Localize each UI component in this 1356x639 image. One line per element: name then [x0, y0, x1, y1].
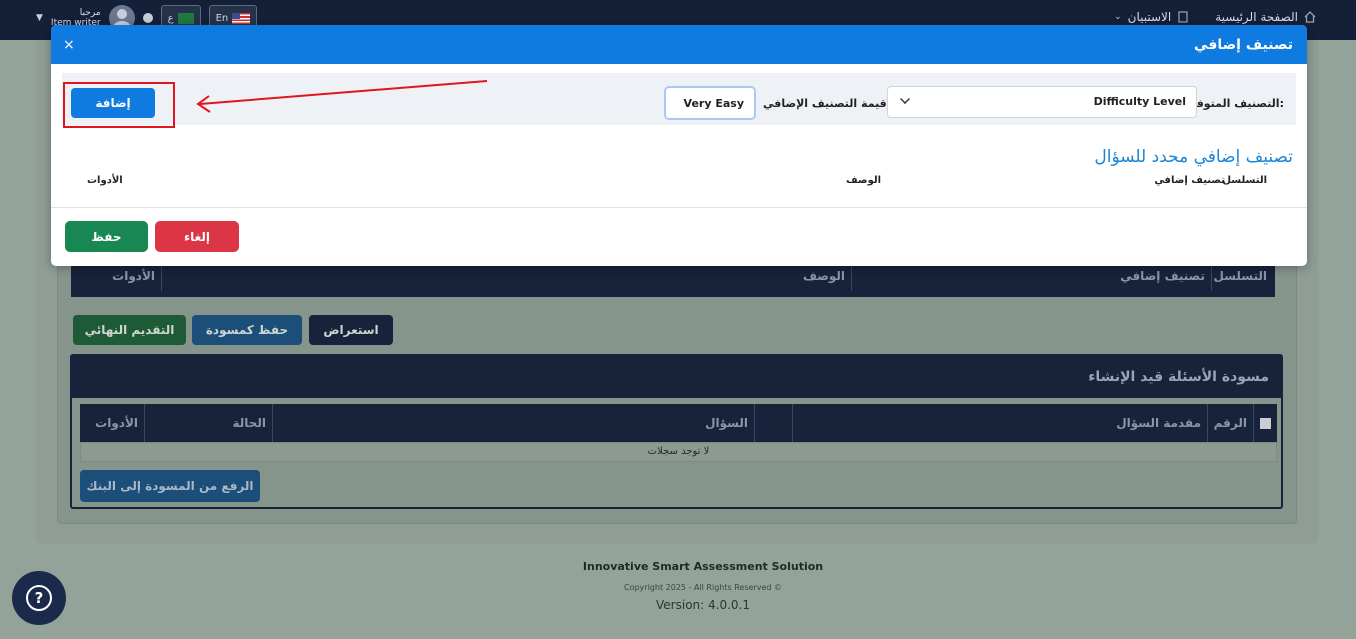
- section-title: تصنيف إضافي محدد للسؤال: [1094, 147, 1293, 167]
- classification-form: التصنيف المتوفر: Difficulty Level قيمة ا…: [62, 73, 1296, 125]
- help-button[interactable]: ?: [12, 571, 66, 625]
- select-all-checkbox[interactable]: [1253, 404, 1277, 442]
- nav-surveys-label: الاستبيان: [1127, 10, 1172, 24]
- flag-sa-icon: [177, 12, 194, 24]
- col-empty: [754, 404, 792, 442]
- classification-value-input[interactable]: [664, 86, 756, 120]
- col-number: الرقم: [1207, 404, 1253, 442]
- col-tools: الأدوات: [87, 175, 123, 186]
- footer-product: Innovative Smart Assessment Solution: [582, 560, 824, 573]
- col-seq: التسلسل: [1222, 175, 1267, 186]
- question-mark-icon: ?: [26, 585, 52, 611]
- drafts-table-header: الرقم مقدمة السؤال السؤال الحالة الأدوات: [80, 404, 1277, 442]
- main-nav: الصفحة الرئيسية الاستبيان ⌄: [1114, 10, 1316, 24]
- user-menu-caret-icon[interactable]: ▼: [36, 13, 43, 23]
- classification-value-label: قيمة التصنيف الإضافي: [763, 97, 887, 110]
- col-description: الوصف: [846, 175, 882, 186]
- flag-us-icon: [232, 12, 251, 24]
- cancel-button[interactable]: إلغاء: [155, 221, 239, 252]
- drafts-title: مسودة الأسئلة قيد الإنشاء: [72, 356, 1281, 398]
- col-status: الحالة: [144, 404, 272, 442]
- footer-version: Version: 4.0.0.1: [656, 598, 750, 612]
- lang-ar-label: ع: [167, 12, 174, 24]
- nav-surveys[interactable]: الاستبيان ⌄: [1114, 10, 1189, 24]
- chevron-down-icon: ⌄: [1114, 12, 1122, 22]
- survey-icon: [1178, 11, 1188, 23]
- modal-header: × تصنيف إضافي: [51, 25, 1307, 64]
- greeting-text: مرحبا: [79, 8, 101, 18]
- save-draft-button[interactable]: حفظ كمسودة: [192, 315, 302, 345]
- preview-button[interactable]: استعراض: [309, 315, 393, 345]
- selected-value: Difficulty Level: [1093, 95, 1186, 108]
- drafts-panel: مسودة الأسئلة قيد الإنشاء الرقم مقدمة ال…: [70, 354, 1283, 509]
- modal-footer-divider: [51, 207, 1307, 208]
- lang-en-label: En: [215, 12, 229, 24]
- upload-to-bank-button[interactable]: الرفع من المسودة إلى البنك: [80, 470, 260, 502]
- available-classification-select[interactable]: Difficulty Level: [887, 86, 1197, 118]
- close-icon[interactable]: ×: [63, 37, 75, 53]
- col-question-intro: مقدمة السؤال: [792, 404, 1207, 442]
- additional-classification-modal: × تصنيف إضافي التصنيف المتوفر: Difficult…: [51, 25, 1307, 266]
- home-icon: [1304, 11, 1316, 23]
- notification-icon[interactable]: [142, 13, 153, 23]
- footer-copyright: Copyright 2025 - All Rights Reserved ©: [624, 583, 782, 592]
- footer: Innovative Smart Assessment Solution Cop…: [0, 560, 1356, 612]
- chevron-down-icon: [900, 94, 910, 104]
- no-records-text: لا توجد سجلات: [80, 442, 1277, 462]
- available-classification-label: التصنيف المتوفر:: [1189, 97, 1284, 110]
- modal-title: تصنيف إضافي: [1194, 36, 1293, 53]
- final-submit-button[interactable]: التقديم النهائي: [73, 315, 186, 345]
- annotation-highlight-box: [63, 82, 175, 128]
- col-question: السؤال: [272, 404, 754, 442]
- col-tools: الأدوات: [95, 416, 138, 430]
- nav-home-label: الصفحة الرئيسية: [1215, 10, 1298, 24]
- col-classification: تصنيف إضافي: [1154, 175, 1225, 186]
- nav-home[interactable]: الصفحة الرئيسية: [1215, 10, 1316, 24]
- save-button[interactable]: حفظ: [65, 221, 148, 252]
